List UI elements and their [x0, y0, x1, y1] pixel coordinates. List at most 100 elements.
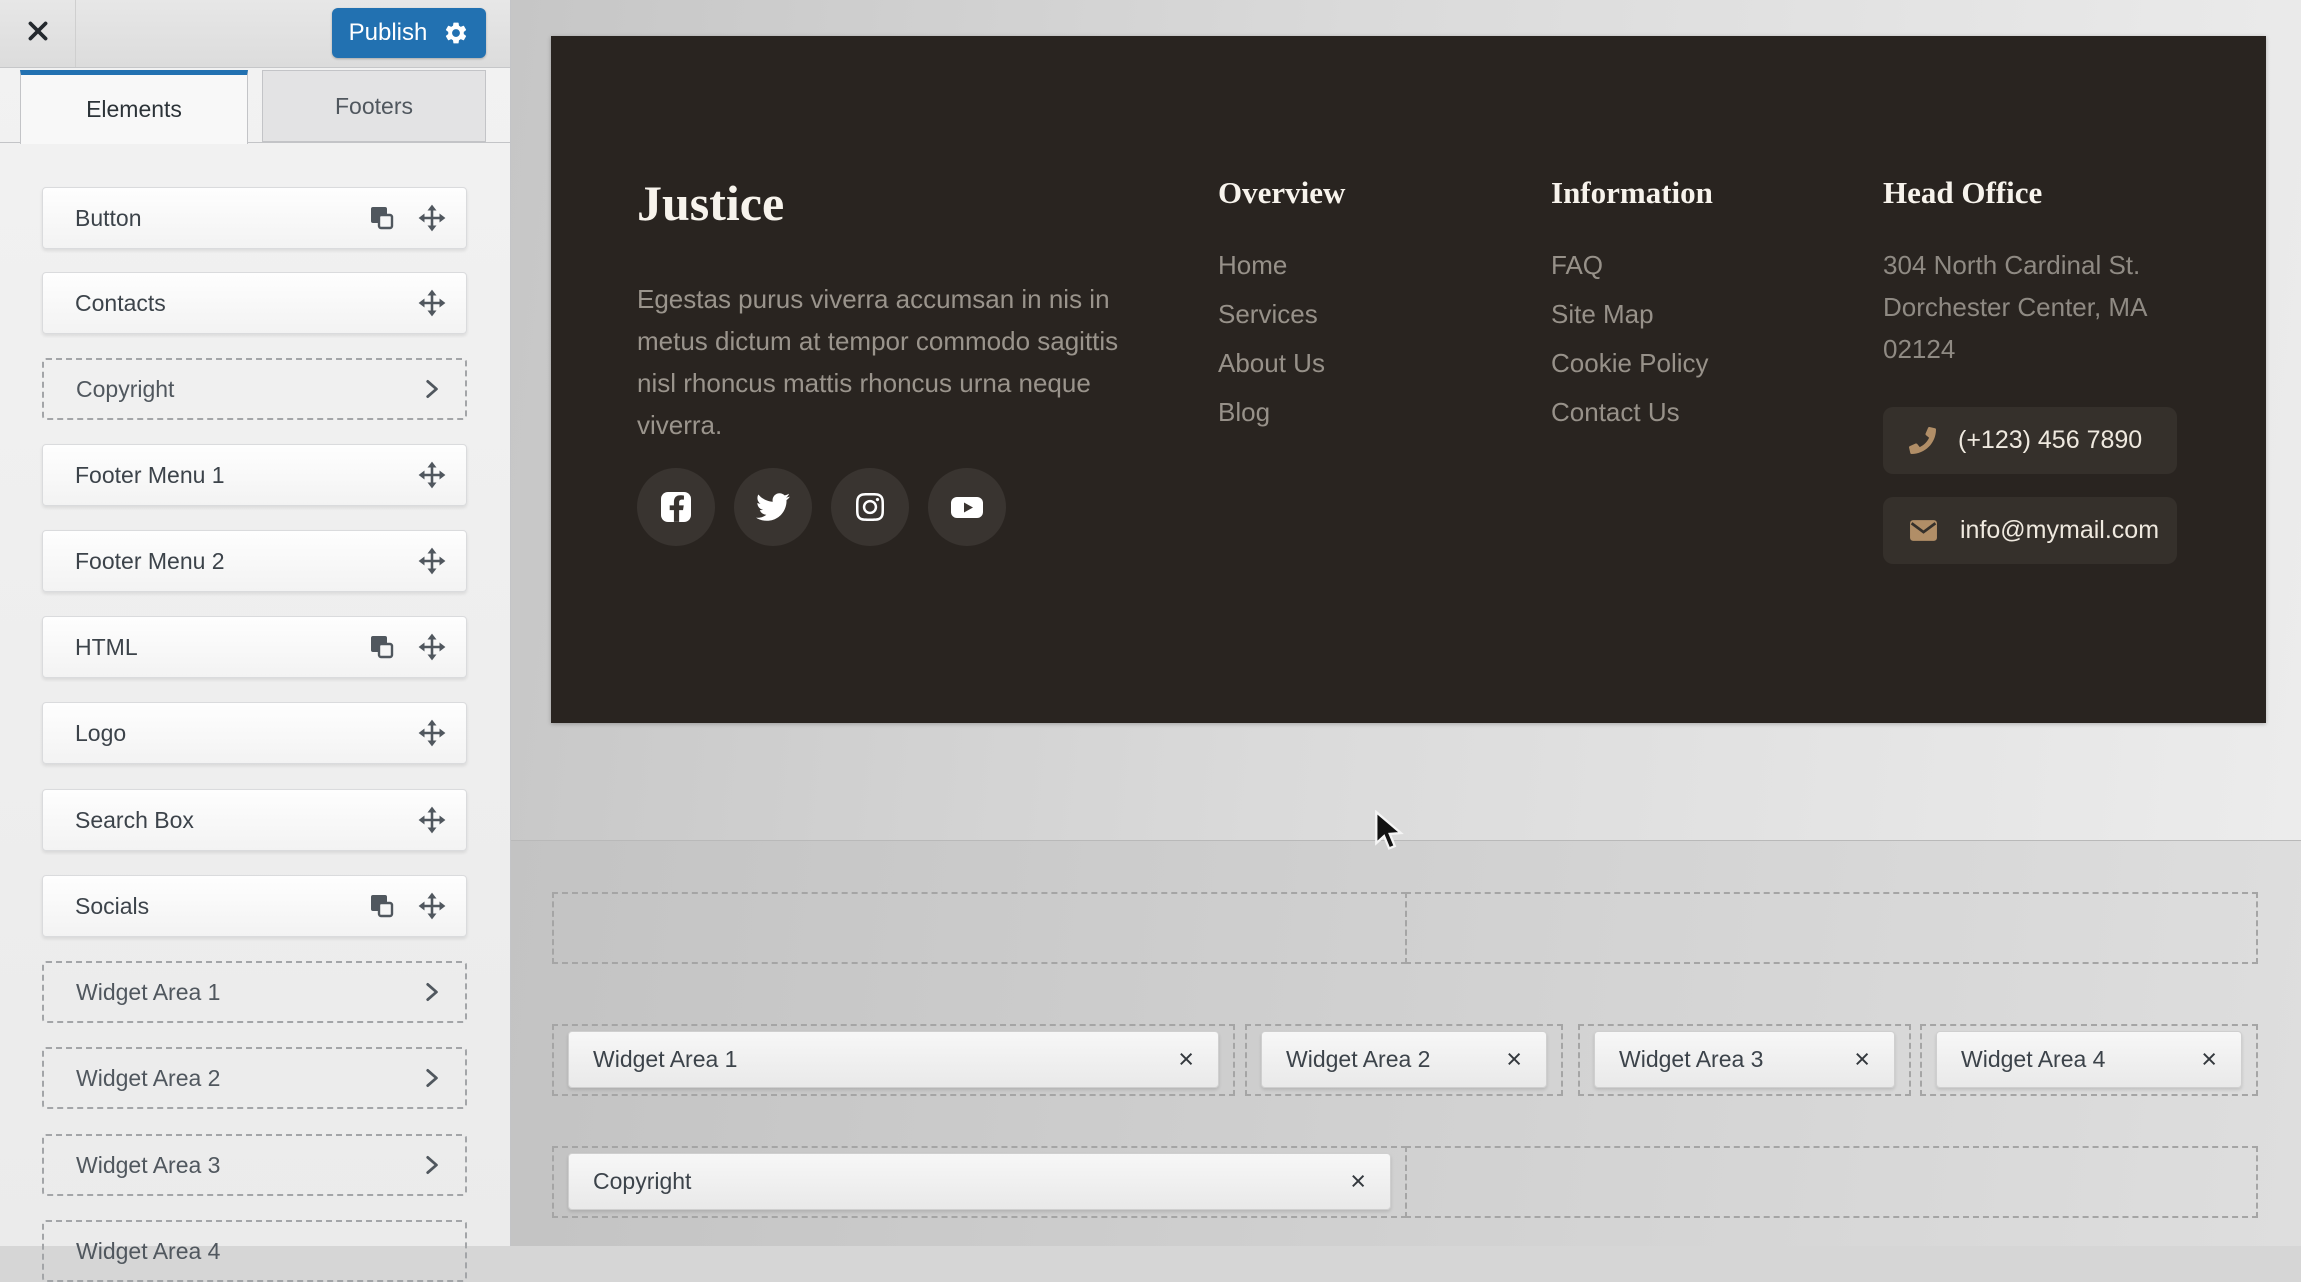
element-label: Widget Area 3: [76, 1151, 221, 1178]
site-logo-text[interactable]: Justice: [637, 174, 784, 232]
widget-area-1-chip[interactable]: Widget Area 1 ×: [568, 1031, 1219, 1088]
phone-number: (+123) 456 7890: [1958, 426, 2143, 454]
footer-link-services[interactable]: Services: [1218, 290, 1345, 339]
remove-icon[interactable]: ×: [1854, 1046, 1870, 1073]
chip-label: Widget Area 3: [1619, 1046, 1764, 1072]
footer-link-blog[interactable]: Blog: [1218, 388, 1345, 437]
chevron-right-icon[interactable]: [413, 1060, 449, 1096]
facebook-icon: [659, 490, 693, 524]
footer-link-home[interactable]: Home: [1218, 241, 1345, 290]
move-icon[interactable]: [414, 285, 450, 321]
tab-elements[interactable]: Elements: [20, 70, 248, 144]
footer-link-faq[interactable]: FAQ: [1551, 241, 1713, 290]
element-card-socials[interactable]: Socials: [42, 875, 467, 937]
footer-column-title: Overview: [1218, 175, 1346, 210]
twitter-icon: [756, 490, 790, 524]
element-card-widget-area-1[interactable]: Widget Area 1: [42, 961, 467, 1023]
footer-description: Egestas purus viverra accumsan in nis in…: [637, 284, 1119, 440]
element-label: Search Box: [75, 806, 194, 833]
footer-menu-information: Information FAQ Site Map Cookie Policy C…: [1551, 175, 1713, 437]
address-line: Dorchester Center, MA: [1883, 292, 2148, 322]
gear-icon[interactable]: [443, 20, 469, 46]
remove-icon[interactable]: ×: [1506, 1046, 1522, 1073]
duplicate-icon[interactable]: [364, 629, 400, 665]
element-card-widget-area-3[interactable]: Widget Area 3: [42, 1134, 467, 1196]
publish-label: Publish: [348, 19, 428, 46]
close-button[interactable]: [0, 0, 76, 67]
youtube-icon: [950, 490, 984, 524]
preview-stage: Justice Egestas purus viverra accumsan i…: [511, 0, 2301, 1246]
email-button[interactable]: info@mymail.com: [1883, 497, 2177, 564]
instagram-icon: [854, 491, 886, 523]
element-label: Footer Menu 2: [75, 547, 225, 574]
footer-link-contact-us[interactable]: Contact Us: [1551, 388, 1713, 437]
element-card-logo[interactable]: Logo: [42, 702, 467, 764]
builder-drop-cell[interactable]: [552, 892, 1407, 964]
move-icon[interactable]: [414, 802, 450, 838]
element-label: Widget Area 2: [76, 1064, 221, 1091]
element-card-html[interactable]: HTML: [42, 616, 467, 678]
footer-link-about-us[interactable]: About Us: [1218, 339, 1345, 388]
footer-head-office: Head Office 304 North Cardinal St. Dorch…: [1883, 175, 2243, 370]
duplicate-icon[interactable]: [364, 200, 400, 236]
facebook-button[interactable]: [637, 468, 715, 546]
panel-header: Publish: [0, 0, 510, 68]
twitter-button[interactable]: [734, 468, 812, 546]
footer-link-site-map[interactable]: Site Map: [1551, 290, 1713, 339]
move-icon[interactable]: [414, 629, 450, 665]
element-card-button[interactable]: Button: [42, 187, 467, 249]
panel-tabs: Elements Footers: [0, 67, 510, 144]
move-icon[interactable]: [414, 200, 450, 236]
footer-builder-panel: Publish Elements Footers Button Contacts…: [0, 0, 511, 1282]
remove-icon[interactable]: ×: [2201, 1046, 2217, 1073]
widget-area-3-chip[interactable]: Widget Area 3 ×: [1594, 1031, 1895, 1088]
email-address: info@mymail.com: [1960, 516, 2160, 544]
tab-elements-label: Elements: [86, 96, 182, 122]
builder-drop-cell[interactable]: [1405, 1146, 2258, 1218]
element-card-footer-menu-2[interactable]: Footer Menu 2: [42, 530, 467, 592]
element-card-copyright[interactable]: Copyright: [42, 358, 467, 420]
remove-icon[interactable]: ×: [1350, 1168, 1366, 1195]
builder-drop-cell[interactable]: [1405, 892, 2258, 964]
builder-drop-cell[interactable]: Widget Area 4 ×: [1920, 1024, 2258, 1096]
element-label: Logo: [75, 719, 127, 746]
social-icons-row: [637, 468, 1006, 546]
chip-label: Widget Area 2: [1286, 1046, 1431, 1072]
envelope-icon: [1909, 518, 1938, 543]
move-icon[interactable]: [414, 457, 450, 493]
element-card-footer-menu-1[interactable]: Footer Menu 1: [42, 444, 467, 506]
address-line: 304 North Cardinal St.: [1883, 250, 2141, 280]
chevron-right-icon[interactable]: [413, 1147, 449, 1183]
footer-link-cookie-policy[interactable]: Cookie Policy: [1551, 339, 1713, 388]
footer-preview[interactable]: Justice Egestas purus viverra accumsan i…: [551, 36, 2266, 723]
widget-area-4-chip[interactable]: Widget Area 4 ×: [1936, 1031, 2242, 1088]
element-card-widget-area-4[interactable]: Widget Area 4: [42, 1220, 467, 1282]
builder-drop-cell[interactable]: Widget Area 1 ×: [552, 1024, 1235, 1096]
close-icon: [25, 18, 51, 49]
instagram-button[interactable]: [831, 468, 909, 546]
chevron-right-icon[interactable]: [413, 974, 449, 1010]
chevron-right-icon[interactable]: [413, 371, 449, 407]
element-card-search-box[interactable]: Search Box: [42, 789, 467, 851]
move-icon[interactable]: [414, 543, 450, 579]
footer-column-title: Information: [1551, 175, 1713, 210]
element-card-widget-area-2[interactable]: Widget Area 2: [42, 1047, 467, 1109]
address-line: 02124: [1883, 334, 1956, 364]
chip-label: Widget Area 4: [1961, 1046, 2106, 1072]
phone-icon: [1909, 427, 1936, 454]
remove-icon[interactable]: ×: [1178, 1046, 1194, 1073]
tab-footers[interactable]: Footers: [262, 70, 486, 142]
move-icon[interactable]: [414, 888, 450, 924]
publish-button[interactable]: Publish: [332, 8, 486, 58]
copyright-chip[interactable]: Copyright ×: [568, 1153, 1391, 1210]
builder-drop-cell[interactable]: Widget Area 3 ×: [1578, 1024, 1911, 1096]
move-icon[interactable]: [414, 715, 450, 751]
duplicate-icon[interactable]: [364, 888, 400, 924]
widget-area-2-chip[interactable]: Widget Area 2 ×: [1261, 1031, 1547, 1088]
phone-button[interactable]: (+123) 456 7890: [1883, 407, 2177, 474]
element-card-contacts[interactable]: Contacts: [42, 272, 467, 334]
builder-drop-cell[interactable]: Widget Area 2 ×: [1245, 1024, 1563, 1096]
builder-drop-cell[interactable]: Copyright ×: [552, 1146, 1407, 1218]
builder-row-copyright: Copyright ×: [552, 1146, 2258, 1218]
youtube-button[interactable]: [928, 468, 1006, 546]
